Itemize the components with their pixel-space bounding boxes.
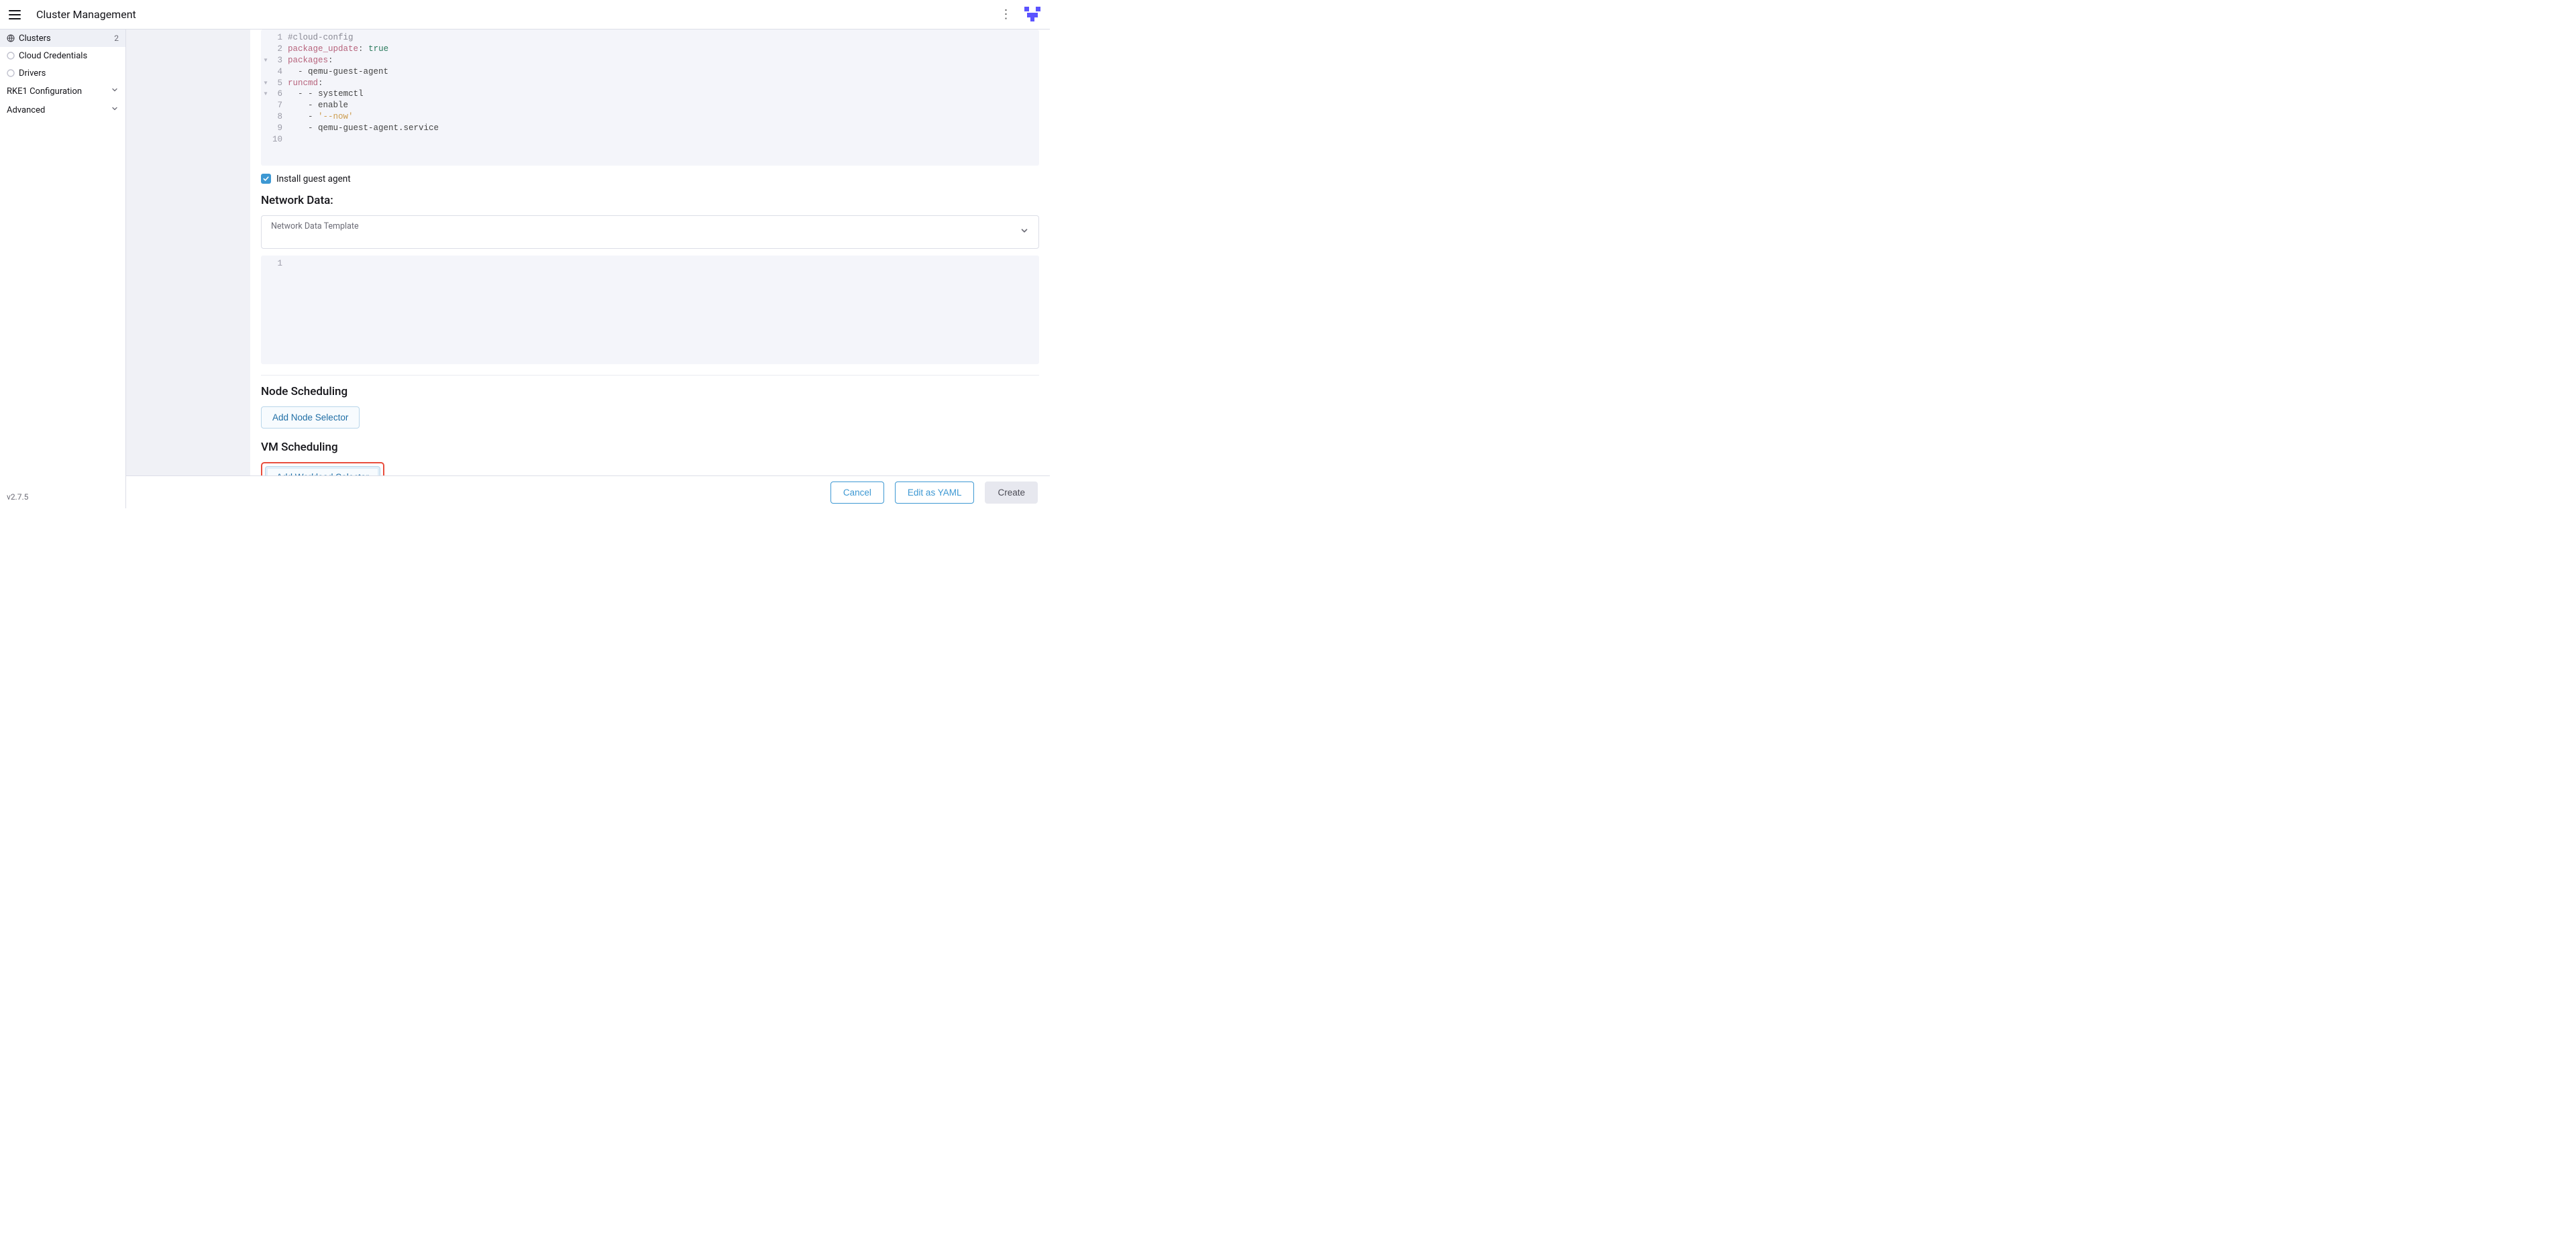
vm-scheduling-title: VM Scheduling: [261, 441, 1039, 454]
page-title: Cluster Management: [36, 8, 136, 21]
user-data-editor[interactable]: 1#cloud-config2package_update: true▾3pac…: [261, 30, 1039, 166]
node-scheduling-title: Node Scheduling: [261, 385, 1039, 398]
highlight-annotation: Add Workload Selector: [261, 462, 384, 475]
create-button[interactable]: Create: [985, 482, 1038, 504]
select-placeholder: Network Data Template: [271, 221, 359, 231]
sidebar-group-advanced[interactable]: Advanced: [0, 101, 125, 119]
main-scroll[interactable]: 1#cloud-config2package_update: true▾3pac…: [126, 30, 1050, 475]
add-workload-selector-button[interactable]: Add Workload Selector: [265, 466, 380, 475]
install-guest-agent-row: Install guest agent: [261, 174, 1039, 184]
main: 1#cloud-config2package_update: true▾3pac…: [126, 30, 1050, 508]
sidebar-item-label: Drivers: [19, 68, 119, 78]
sidebar-item-clusters[interactable]: Clusters 2: [0, 30, 125, 47]
chevron-down-icon: [1020, 225, 1029, 238]
circle-icon: [7, 52, 15, 60]
network-data-title: Network Data:: [261, 194, 1039, 207]
cancel-button[interactable]: Cancel: [830, 482, 884, 504]
top-bar: Cluster Management ⋮: [0, 0, 1050, 30]
chevron-down-icon: [111, 105, 119, 115]
form-left-rail: [126, 30, 250, 475]
edit-as-yaml-button[interactable]: Edit as YAML: [895, 482, 975, 504]
sidebar: Clusters 2 Cloud Credentials Drivers RKE…: [0, 30, 126, 508]
brand-logo-icon: [1023, 5, 1042, 24]
install-guest-agent-label: Install guest agent: [276, 174, 351, 184]
version-label: v2.7.5: [0, 486, 125, 508]
globe-icon: [7, 34, 15, 42]
network-data-template-select[interactable]: Network Data Template: [261, 215, 1039, 249]
more-actions-icon[interactable]: ⋮: [998, 7, 1014, 23]
install-guest-agent-checkbox[interactable]: [261, 174, 271, 184]
form-column: 1#cloud-config2package_update: true▾3pac…: [250, 30, 1050, 475]
sidebar-item-drivers[interactable]: Drivers: [0, 64, 125, 82]
footer-actions: Cancel Edit as YAML Create: [126, 475, 1050, 508]
sidebar-item-cloud-credentials[interactable]: Cloud Credentials: [0, 47, 125, 64]
chevron-down-icon: [111, 86, 119, 97]
sidebar-item-label: Clusters: [19, 34, 110, 44]
divider: [261, 375, 1039, 376]
add-node-selector-button[interactable]: Add Node Selector: [261, 406, 360, 429]
sidebar-group-label: RKE1 Configuration: [7, 87, 82, 97]
sidebar-group-label: Advanced: [7, 105, 45, 115]
menu-icon[interactable]: [7, 7, 23, 23]
network-data-editor[interactable]: 1: [261, 256, 1039, 364]
circle-icon: [7, 69, 15, 77]
sidebar-item-count: 2: [114, 34, 119, 43]
sidebar-items: Clusters 2 Cloud Credentials Drivers RKE…: [0, 30, 125, 486]
sidebar-item-label: Cloud Credentials: [19, 51, 119, 61]
sidebar-group-rke1[interactable]: RKE1 Configuration: [0, 82, 125, 101]
